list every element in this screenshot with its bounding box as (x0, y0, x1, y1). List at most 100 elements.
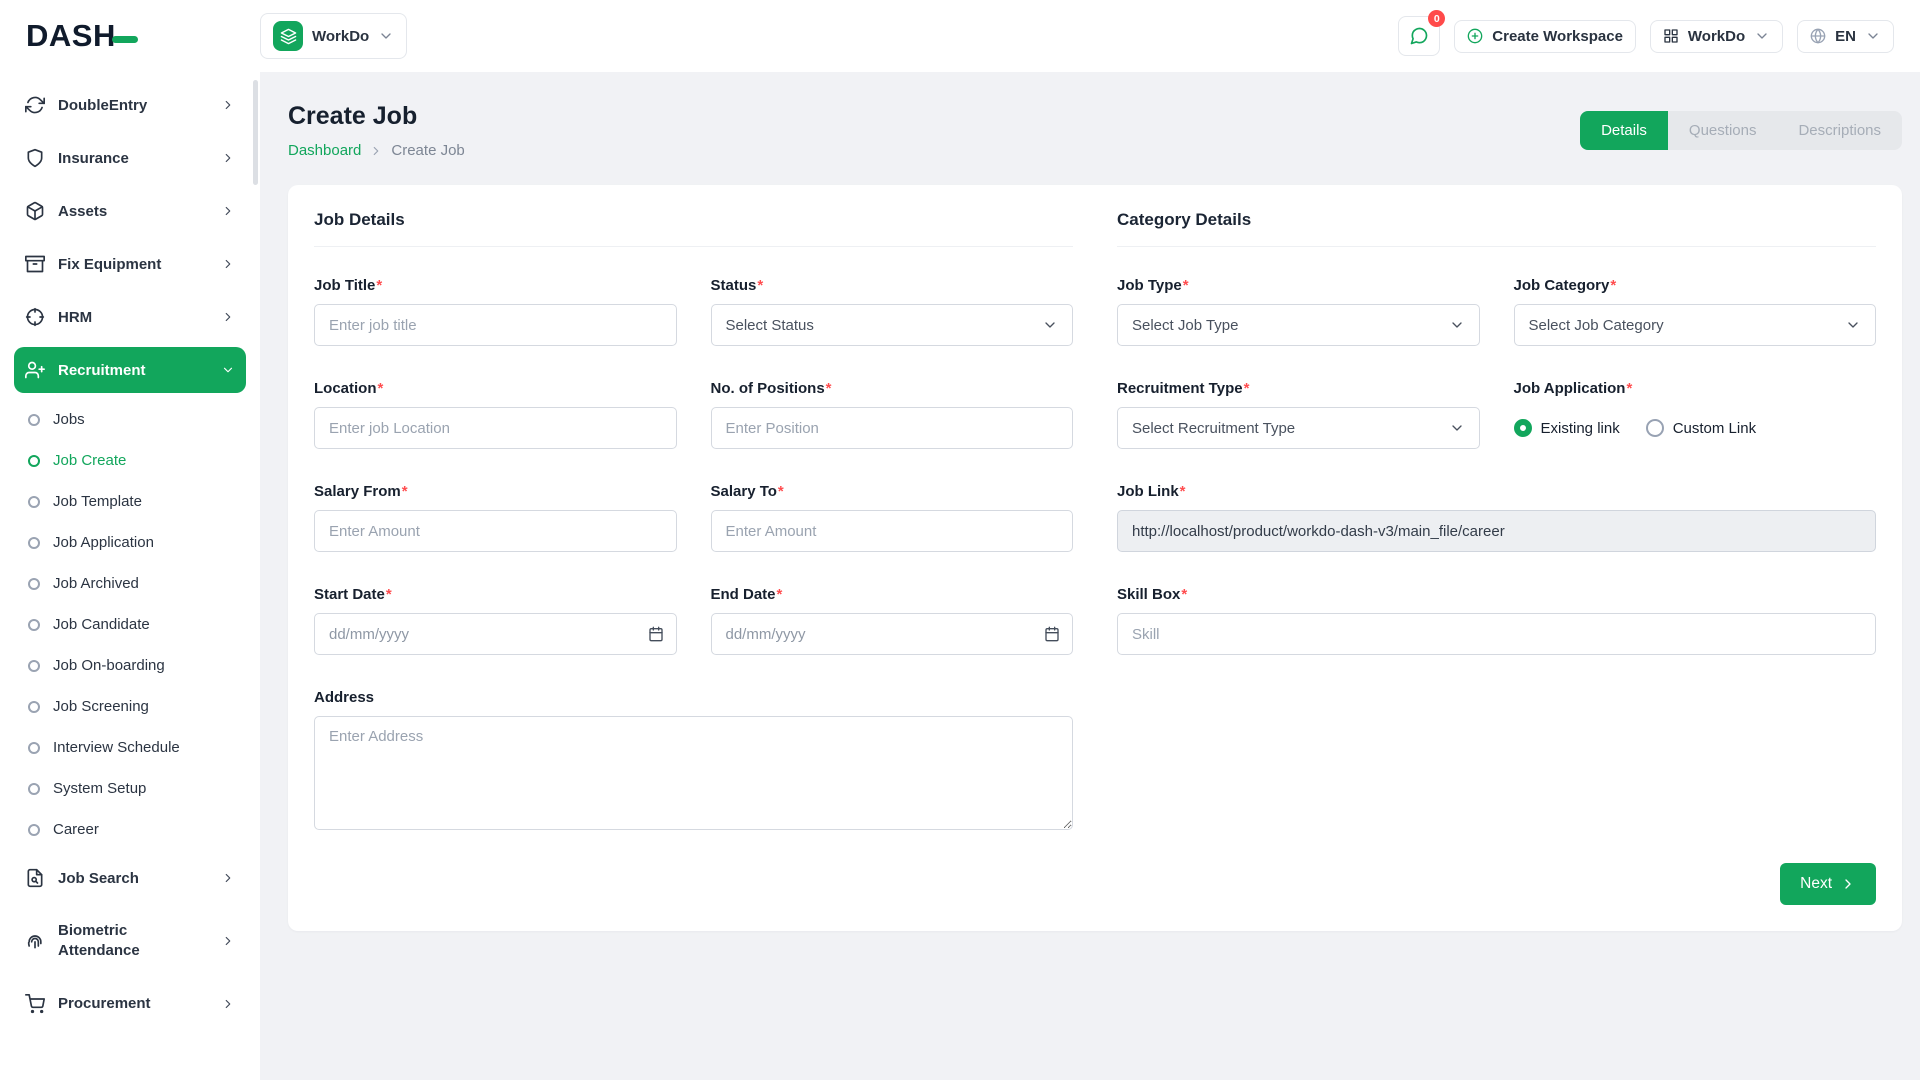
grid-icon (1663, 28, 1679, 44)
positions-input[interactable] (711, 407, 1074, 449)
location-field: Location* (314, 380, 677, 449)
end-date-input[interactable]: dd/mm/yyyy (711, 613, 1074, 655)
location-input[interactable] (314, 407, 677, 449)
bullet-ring-icon (28, 496, 40, 508)
address-textarea[interactable] (314, 716, 1073, 830)
chat-icon (1409, 26, 1429, 46)
job-application-options: Existing link Custom Link (1514, 407, 1877, 449)
sidebar-subitem-job-application[interactable]: Job Application (14, 523, 246, 562)
sidebar-subitem-job-onboarding[interactable]: Job On-boarding (14, 646, 246, 685)
salary-from-field: Salary From* (314, 483, 677, 552)
address-label: Address (314, 689, 1073, 706)
bullet-ring-icon (28, 619, 40, 631)
sidebar-subitem-system-setup[interactable]: System Setup (14, 769, 246, 808)
user-plus-icon (25, 360, 45, 380)
sidebar-item-doubleentry[interactable]: DoubleEntry (14, 82, 246, 128)
required-marker: * (1244, 380, 1250, 397)
apps-menu-button[interactable]: WorkDo (1650, 20, 1783, 53)
bullet-ring-icon (28, 537, 40, 549)
create-workspace-button[interactable]: Create Workspace (1454, 20, 1636, 53)
job-title-input[interactable] (314, 304, 677, 346)
chevron-down-icon (1865, 28, 1881, 44)
recruitment-type-select[interactable]: Select Recruitment Type (1117, 407, 1480, 449)
calendar-icon[interactable] (648, 626, 664, 642)
tab-questions[interactable]: Questions (1668, 111, 1778, 150)
chevron-down-icon (221, 363, 235, 377)
job-link-label: Job Link* (1117, 483, 1876, 500)
sidebar-item-biometric-attendance[interactable]: Biometric Attendance (14, 908, 246, 974)
start-date-input[interactable]: dd/mm/yyyy (314, 613, 677, 655)
cart-icon (25, 994, 45, 1014)
radio-checked-icon[interactable] (1514, 419, 1532, 437)
globe-icon (1810, 28, 1826, 44)
tab-details[interactable]: Details (1580, 111, 1668, 150)
job-title-label: Job Title* (314, 277, 677, 294)
double-entry-icon (25, 95, 45, 115)
job-application-field: Job Application* Existing link Custom Li… (1514, 380, 1877, 449)
radio-unchecked-icon[interactable] (1646, 419, 1664, 437)
job-type-label: Job Type* (1117, 277, 1480, 294)
sidebar-item-label: HRM (58, 309, 92, 326)
required-marker: * (376, 277, 382, 294)
next-button[interactable]: Next (1780, 863, 1876, 905)
positions-field: No. of Positions* (711, 380, 1074, 449)
main-content: Create Job Dashboard Create Job Details … (260, 0, 1920, 931)
workspace-icon-box (273, 21, 303, 51)
chevron-right-icon (369, 144, 383, 158)
skill-input[interactable] (1117, 613, 1876, 655)
sidebar-item-hrm[interactable]: HRM (14, 294, 246, 340)
breadcrumb-dashboard-link[interactable]: Dashboard (288, 142, 361, 159)
required-marker: * (378, 380, 384, 397)
job-link-input[interactable] (1117, 510, 1876, 552)
sidebar-item-assets[interactable]: Assets (14, 188, 246, 234)
language-selector[interactable]: EN (1797, 20, 1894, 53)
required-marker: * (777, 586, 783, 603)
radio-option-label: Existing link (1541, 420, 1620, 437)
tab-descriptions[interactable]: Descriptions (1777, 111, 1902, 150)
sidebar-subitem-job-candidate[interactable]: Job Candidate (14, 605, 246, 644)
sidebar-subitem-job-create[interactable]: Job Create (14, 441, 246, 480)
sidebar: DoubleEntry Insurance Assets Fix Equipme… (0, 72, 260, 1080)
status-select[interactable]: Select Status (711, 304, 1074, 346)
sidebar-item-fix-equipment[interactable]: Fix Equipment (14, 241, 246, 287)
sidebar-item-recruitment[interactable]: Recruitment (14, 347, 246, 393)
job-category-select[interactable]: Select Job Category (1514, 304, 1877, 346)
sidebar-item-label: Fix Equipment (58, 256, 161, 273)
recruitment-submenu: Jobs Job Create Job Template Job Applica… (14, 400, 246, 849)
required-marker: * (1180, 483, 1186, 500)
app-logo[interactable]: DASH (26, 18, 260, 54)
sidebar-subitem-job-screening[interactable]: Job Screening (14, 687, 246, 726)
salary-to-input[interactable] (711, 510, 1074, 552)
sidebar-scrollbar[interactable] (253, 80, 258, 185)
sidebar-item-procurement[interactable]: Procurement (14, 981, 246, 1027)
section-title: Job Details (314, 210, 1073, 230)
sidebar-subitem-job-template[interactable]: Job Template (14, 482, 246, 521)
existing-link-option[interactable]: Existing link (1514, 419, 1620, 437)
sidebar-item-job-search[interactable]: Job Search (14, 855, 246, 901)
custom-link-option[interactable]: Custom Link (1646, 419, 1756, 437)
workspace-switcher[interactable]: WorkDo (260, 13, 407, 59)
select-placeholder: Select Status (726, 317, 814, 334)
sidebar-subitem-label: Job Screening (53, 698, 149, 715)
card-actions: Next (314, 863, 1876, 905)
shield-icon (25, 148, 45, 168)
sidebar-item-label: Procurement (58, 995, 151, 1012)
chevron-down-icon (1449, 420, 1465, 436)
bullet-ring-icon (28, 742, 40, 754)
chat-button[interactable]: 0 (1398, 16, 1440, 56)
sidebar-subitem-label: Job Archived (53, 575, 139, 592)
job-type-select[interactable]: Select Job Type (1117, 304, 1480, 346)
archive-icon (25, 254, 45, 274)
radio-option-label: Custom Link (1673, 420, 1756, 437)
sidebar-subitem-interview-schedule[interactable]: Interview Schedule (14, 728, 246, 767)
sidebar-subitem-career[interactable]: Career (14, 810, 246, 849)
sidebar-subitem-jobs[interactable]: Jobs (14, 400, 246, 439)
salary-to-field: Salary To* (711, 483, 1074, 552)
calendar-icon[interactable] (1044, 626, 1060, 642)
sidebar-item-insurance[interactable]: Insurance (14, 135, 246, 181)
salary-from-input[interactable] (314, 510, 677, 552)
target-icon (25, 307, 45, 327)
required-marker: * (778, 483, 784, 500)
sidebar-subitem-job-archived[interactable]: Job Archived (14, 564, 246, 603)
sidebar-item-label: DoubleEntry (58, 97, 147, 114)
